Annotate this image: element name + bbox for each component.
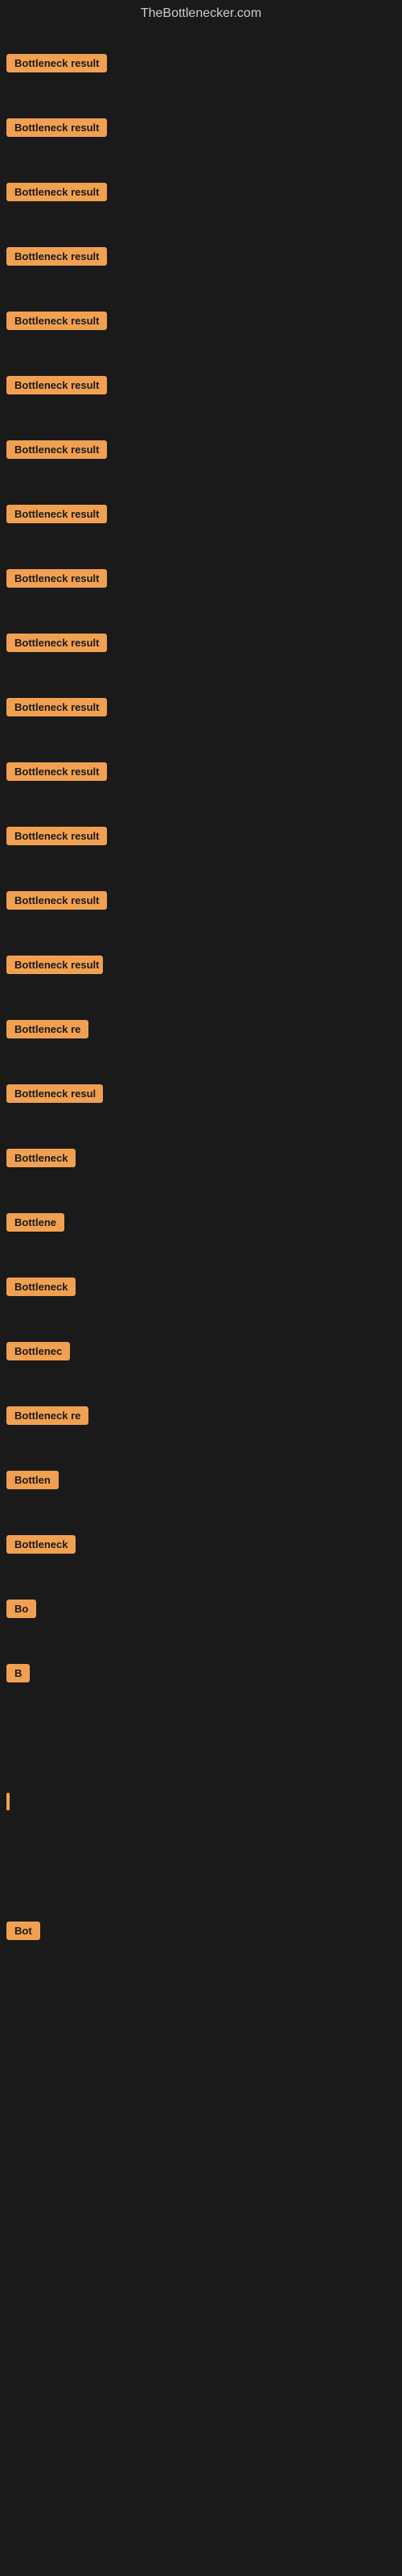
result-row: Bo	[0, 1576, 402, 1641]
bar-indicator	[6, 1793, 10, 1810]
result-row: Bottleneck result	[0, 224, 402, 288]
result-row: B	[0, 1641, 402, 1705]
bottleneck-badge[interactable]: Bottlenec	[6, 1342, 70, 1360]
result-row	[0, 1834, 402, 1898]
result-row: Bottleneck result	[0, 675, 402, 739]
result-row: Bot	[0, 1898, 402, 1963]
result-row: Bottleneck	[0, 1254, 402, 1319]
bottleneck-badge[interactable]: Bottleneck result	[6, 569, 107, 588]
result-row: Bottleneck result	[0, 95, 402, 159]
result-row: Bottleneck result	[0, 610, 402, 675]
bottleneck-badge[interactable]: Bottleneck re	[6, 1020, 88, 1038]
result-row: Bottleneck re	[0, 1383, 402, 1447]
bottleneck-badge[interactable]: Bottleneck result	[6, 698, 107, 716]
result-row: Bottleneck result	[0, 159, 402, 224]
result-row	[0, 2091, 402, 2156]
result-row: Bottleneck result	[0, 31, 402, 95]
result-row	[0, 2027, 402, 2091]
bottleneck-badge[interactable]: Bottleneck result	[6, 634, 107, 652]
result-row: Bottlen	[0, 1447, 402, 1512]
result-row: Bottleneck	[0, 1125, 402, 1190]
bottleneck-badge[interactable]: Bottleneck result	[6, 956, 103, 974]
bottleneck-badge[interactable]: Bottleneck result	[6, 183, 107, 201]
result-row: Bottleneck resul	[0, 1061, 402, 1125]
bottleneck-badge[interactable]: Bottleneck result	[6, 440, 107, 459]
result-row: Bottleneck	[0, 1512, 402, 1576]
bottleneck-badge[interactable]: Bottleneck result	[6, 54, 107, 72]
result-row	[0, 2220, 402, 2285]
site-title-container: TheBottlenecker.com	[0, 0, 402, 31]
result-row: Bottlene	[0, 1190, 402, 1254]
bottleneck-badge[interactable]: Bottleneck result	[6, 247, 107, 266]
rows-container: Bottleneck result Bottleneck result Bottle…	[0, 31, 402, 2349]
result-row: Bottleneck re	[0, 997, 402, 1061]
result-row	[0, 2285, 402, 2349]
bottleneck-badge[interactable]: Bottleneck	[6, 1535, 76, 1554]
result-row	[0, 2156, 402, 2220]
result-row: Bottleneck result	[0, 417, 402, 481]
result-row: Bottleneck result	[0, 932, 402, 997]
bottleneck-badge[interactable]: Bottleneck result	[6, 891, 107, 910]
bottleneck-badge[interactable]: Bottleneck resul	[6, 1084, 103, 1103]
bottleneck-badge[interactable]: Bottlen	[6, 1471, 59, 1489]
bottleneck-badge[interactable]: Bottlene	[6, 1213, 64, 1232]
bottleneck-badge[interactable]: B	[6, 1664, 30, 1682]
bottleneck-badge[interactable]: Bottleneck	[6, 1278, 76, 1296]
result-row: Bottleneck result	[0, 803, 402, 868]
bottleneck-badge[interactable]: Bottleneck result	[6, 505, 107, 523]
bottleneck-badge[interactable]: Bottleneck result	[6, 827, 107, 845]
result-row: Bottleneck result	[0, 353, 402, 417]
result-row: Bottleneck result	[0, 546, 402, 610]
bottleneck-badge[interactable]: Bottleneck result	[6, 376, 107, 394]
result-row: Bottleneck result	[0, 868, 402, 932]
result-row: Bottleneck result	[0, 739, 402, 803]
result-row	[0, 1705, 402, 1769]
bottleneck-badge[interactable]: Bottleneck result	[6, 762, 107, 781]
bottleneck-badge[interactable]: Bottleneck result	[6, 118, 107, 137]
bottleneck-badge[interactable]: Bot	[6, 1922, 40, 1940]
result-row: Bottlenec	[0, 1319, 402, 1383]
result-row: Bottleneck result	[0, 288, 402, 353]
result-row: Bottleneck result	[0, 481, 402, 546]
bottleneck-badge[interactable]: Bottleneck result	[6, 312, 107, 330]
bottleneck-badge[interactable]: Bottleneck	[6, 1149, 76, 1167]
bottleneck-badge[interactable]: Bo	[6, 1600, 36, 1618]
site-title: TheBottlenecker.com	[0, 0, 402, 31]
bottleneck-badge[interactable]: Bottleneck re	[6, 1406, 88, 1425]
result-row	[0, 1963, 402, 2027]
result-row	[0, 1769, 402, 1834]
